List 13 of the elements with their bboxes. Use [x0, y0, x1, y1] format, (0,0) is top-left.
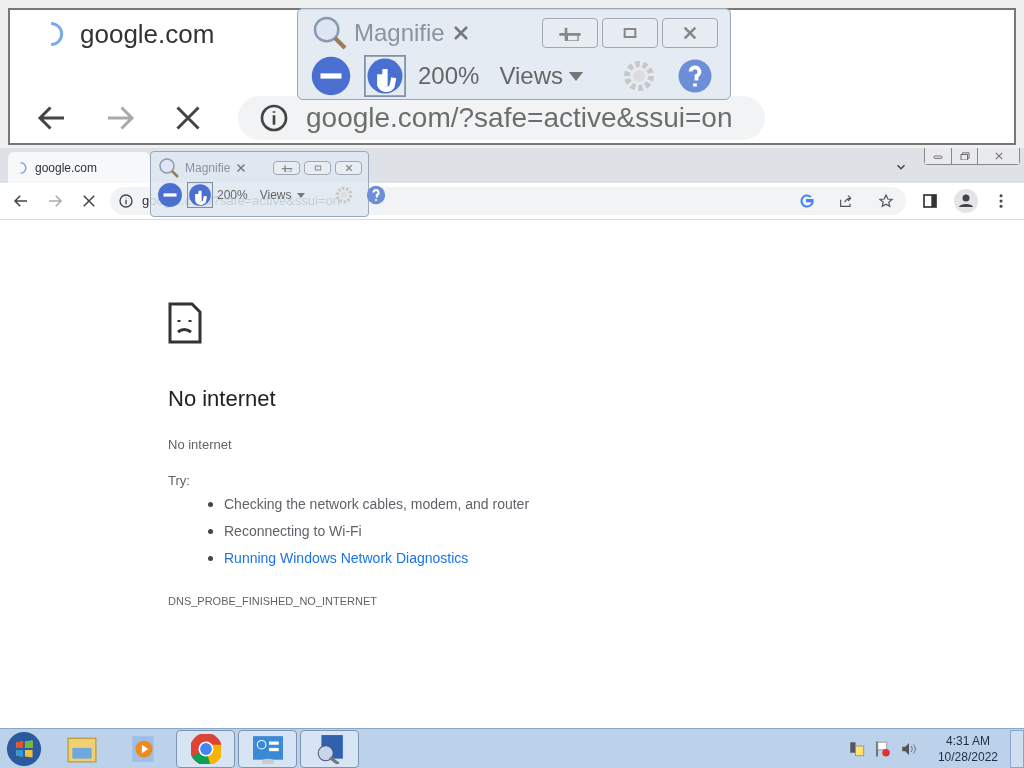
suggestion-text: Reconnecting to Wi-Fi: [224, 522, 362, 541]
clock-date: 10/28/2022: [937, 748, 998, 765]
tab-title: google.com: [35, 159, 98, 177]
error-title: No internet: [168, 385, 276, 413]
window-title: Magnifie: [354, 18, 445, 48]
try-label: Try:: [168, 471, 190, 490]
url-text: google.com/?safe=active&ssui=on: [306, 101, 733, 135]
zoom-level: 200%: [418, 61, 480, 91]
error-message: No internet: [168, 436, 232, 454]
clock-time: 4:31 AM: [945, 732, 990, 749]
suggestion-text: Checking the network cables, modem, and router: [224, 495, 530, 514]
error-code: DNS_PROBE_FINISHED_NO_INTERNET: [168, 594, 378, 609]
window-title: Magnifie: [185, 160, 231, 177]
